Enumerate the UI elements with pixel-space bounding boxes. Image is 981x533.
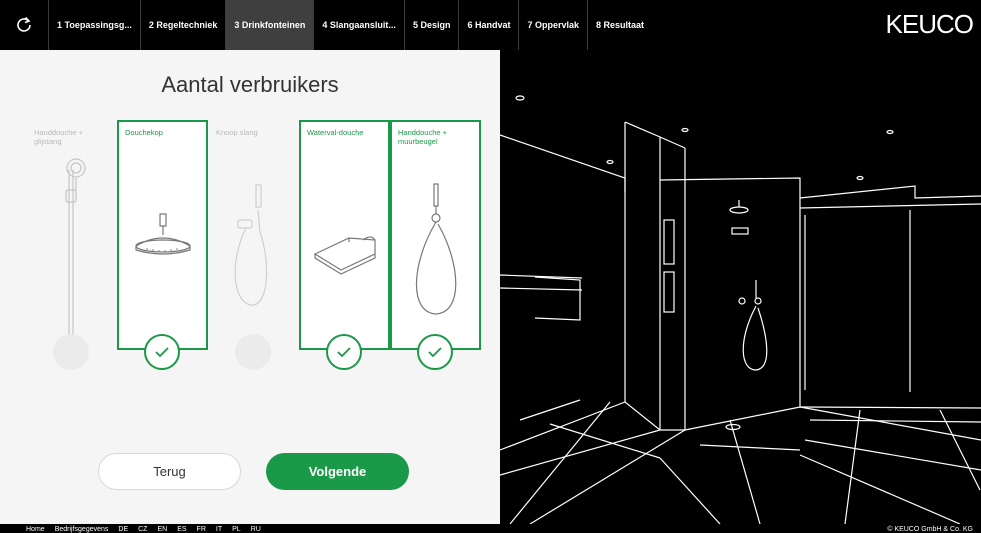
option-card-handdouche-muurbeugel[interactable]: Handdouche + muurbeugel xyxy=(390,120,481,370)
copyright-text: © KEUCO GmbH & Co. KG xyxy=(887,526,973,533)
bathroom-3d-preview[interactable] xyxy=(499,50,981,525)
checkmark-icon xyxy=(337,347,351,358)
step-tabs: 1 Toepassingsg... 2 Regeltechniek 3 Drin… xyxy=(48,0,652,50)
tab-step-3[interactable]: 3 Drinkfonteinen xyxy=(225,0,314,50)
configurator-panel: Aantal verbruikers Handdouche + glijstan… xyxy=(0,50,500,524)
bathroom-wireframe-illustration xyxy=(499,95,981,525)
lang-it[interactable]: IT xyxy=(216,525,222,533)
selected-check xyxy=(417,334,453,370)
top-navigation: 1 Toepassingsg... 2 Regeltechniek 3 Drin… xyxy=(0,0,981,50)
lang-ru[interactable]: RU xyxy=(251,525,261,533)
lang-es[interactable]: ES xyxy=(177,525,186,533)
tab-step-7[interactable]: 7 Oppervlak xyxy=(518,0,587,50)
hand-shower-icon xyxy=(415,183,457,315)
footer-link-company[interactable]: Bedrijfsgegevens xyxy=(55,525,109,533)
footer-link-home[interactable]: Home xyxy=(26,525,45,533)
option-card-handdouche-glijstang[interactable]: Handdouche + glijstang xyxy=(26,120,117,370)
reload-button[interactable] xyxy=(0,0,48,50)
option-label: Waterval-douche xyxy=(307,128,364,137)
tab-step-4[interactable]: 4 Slangaansluit... xyxy=(313,0,404,50)
selected-check xyxy=(144,334,180,370)
option-label: Knoop slang xyxy=(216,128,258,137)
footer-links: Home Bedrijfsgegevens DE CZ EN ES FR IT … xyxy=(26,525,261,533)
back-button[interactable]: Terug xyxy=(98,453,241,490)
checkmark-icon xyxy=(155,347,169,358)
tab-step-2[interactable]: 2 Regeltechniek xyxy=(139,0,226,50)
lang-fr[interactable]: FR xyxy=(197,525,206,533)
tab-step-1[interactable]: 1 Toepassingsg... xyxy=(48,0,140,50)
reload-icon xyxy=(17,16,31,32)
option-card-douchekop[interactable]: Douchekop xyxy=(117,120,208,370)
waterfall-spout-icon xyxy=(313,236,376,275)
option-card-knoop-slang[interactable]: Knoop slang xyxy=(208,120,299,370)
hose-icon xyxy=(234,184,268,306)
next-button[interactable]: Volgende xyxy=(266,453,409,490)
tab-step-8[interactable]: 8 Resultaat xyxy=(587,0,652,50)
page-title: Aantal verbruikers xyxy=(161,72,339,97)
lang-en[interactable]: EN xyxy=(157,525,167,533)
slide-rail-shower-icon xyxy=(65,158,86,340)
option-label: Douchekop xyxy=(125,128,163,137)
option-check-placeholder xyxy=(53,334,89,370)
lang-cz[interactable]: CZ xyxy=(138,525,147,533)
brand-logo[interactable]: KEUCO xyxy=(886,9,974,40)
selected-check xyxy=(326,334,362,370)
shower-head-icon xyxy=(135,213,191,255)
lang-pl[interactable]: PL xyxy=(232,525,241,533)
tab-step-6[interactable]: 6 Handvat xyxy=(458,0,518,50)
lang-de[interactable]: DE xyxy=(118,525,128,533)
option-card-waterval-douche[interactable]: Waterval-douche xyxy=(299,120,390,370)
footer: Home Bedrijfsgegevens DE CZ EN ES FR IT … xyxy=(0,524,981,533)
checkmark-icon xyxy=(428,347,442,358)
tab-step-5[interactable]: 5 Design xyxy=(403,0,459,50)
option-check-placeholder xyxy=(235,334,271,370)
